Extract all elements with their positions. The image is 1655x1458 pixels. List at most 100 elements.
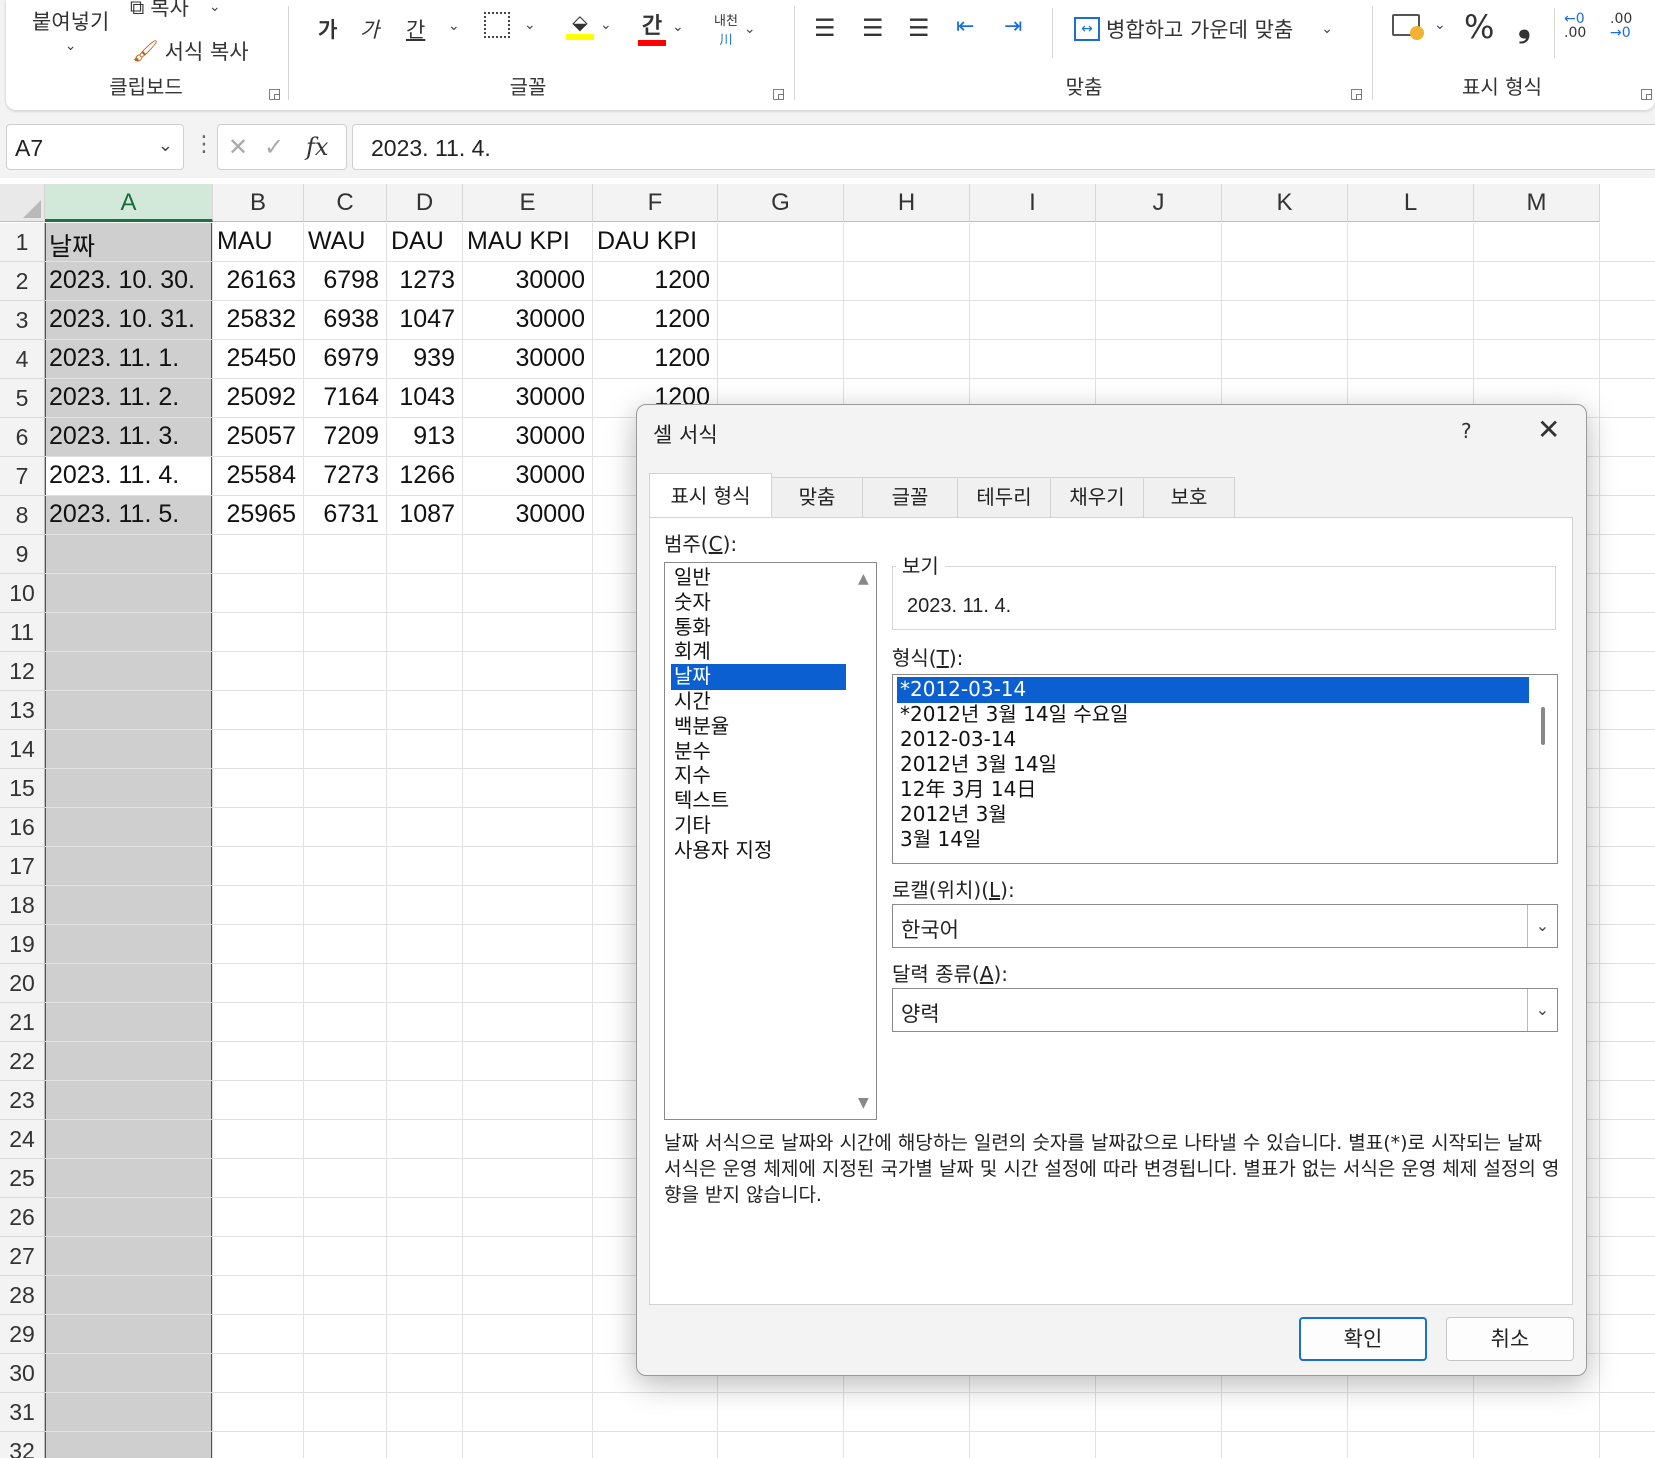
row-header-12[interactable]: 12 — [0, 652, 45, 691]
cell-d5[interactable]: 1043 — [387, 383, 455, 412]
column-header-i[interactable]: I — [970, 184, 1096, 222]
category-item[interactable]: 시간 — [671, 689, 846, 715]
cell-a7[interactable]: 2023. 11. 4. — [49, 461, 179, 490]
accounting-format-button[interactable]: ⌄ — [1392, 14, 1446, 40]
cell-f4[interactable]: 1200 — [593, 344, 710, 373]
name-box[interactable]: A7 ⌄ — [6, 124, 184, 170]
category-item[interactable]: 분수 — [671, 739, 846, 765]
dialog-launcher-icon[interactable]: ◲ — [268, 86, 281, 102]
row-header-28[interactable]: 28 — [0, 1276, 45, 1315]
row-header-32[interactable]: 32 — [0, 1432, 45, 1458]
align-right-button[interactable]: ☰ — [908, 14, 930, 42]
cell-a1[interactable]: 날짜 — [49, 227, 95, 263]
insert-function-button[interactable]: fx — [306, 133, 328, 161]
tab-number[interactable]: 표시 형식 — [649, 473, 772, 519]
bold-button[interactable]: 가 — [318, 14, 337, 44]
category-item[interactable]: 텍스트 — [671, 788, 846, 814]
cell-c4[interactable]: 6979 — [304, 344, 379, 373]
ok-button[interactable]: 확인 — [1299, 1317, 1427, 1361]
cell-e4[interactable]: 30000 — [463, 344, 585, 373]
cell-f2[interactable]: 1200 — [593, 266, 710, 295]
cell-b3[interactable]: 25832 — [213, 305, 296, 334]
column-header-h[interactable]: H — [844, 184, 970, 222]
cell-d1[interactable]: DAU — [391, 227, 444, 256]
cell-a5[interactable]: 2023. 11. 2. — [49, 383, 179, 412]
cell-e6[interactable]: 30000 — [463, 422, 585, 451]
column-header-e[interactable]: E — [463, 184, 593, 222]
more-options-icon[interactable]: ⋮ — [193, 132, 215, 157]
paste-button[interactable]: 붙여넣기 ⌄ — [32, 6, 109, 54]
column-header-g[interactable]: G — [718, 184, 844, 222]
cell-e3[interactable]: 30000 — [463, 305, 585, 334]
underline-button[interactable]: 간 — [406, 14, 425, 44]
tab-protection[interactable]: 보호 — [1143, 477, 1235, 517]
type-list[interactable]: *2012-03-14 *2012년 3월 14일 수요일 2012-03-14 20… — [892, 674, 1558, 864]
row-header-6[interactable]: 6 — [0, 418, 45, 457]
dialog-launcher-icon[interactable]: ◲ — [1350, 86, 1363, 102]
chevron-down-icon[interactable]: ⌄ — [158, 135, 173, 156]
row-header-7[interactable]: 7 — [0, 457, 45, 496]
calendar-select[interactable]: 양력 ⌄ — [892, 988, 1558, 1032]
row-header-23[interactable]: 23 — [0, 1081, 45, 1120]
category-item[interactable]: 일반 — [671, 565, 846, 591]
cell-d4[interactable]: 939 — [387, 344, 455, 373]
format-item[interactable]: 2012년 3월 14일 — [897, 752, 1529, 778]
column-header-d[interactable]: D — [387, 184, 463, 222]
cell-b7[interactable]: 25584 — [213, 461, 296, 490]
decrease-indent-button[interactable]: ⇤ — [956, 14, 974, 39]
cell-a4[interactable]: 2023. 11. 1. — [49, 344, 179, 373]
category-item[interactable]: 지수 — [671, 763, 846, 789]
cell-a8[interactable]: 2023. 11. 5. — [49, 500, 179, 529]
column-header-l[interactable]: L — [1348, 184, 1474, 222]
cell-c2[interactable]: 6798 — [304, 266, 379, 295]
row-header-11[interactable]: 11 — [0, 613, 45, 652]
format-item[interactable]: *2012-03-14 — [897, 677, 1529, 703]
cell-a3[interactable]: 2023. 10. 31. — [49, 305, 195, 334]
format-painter-button[interactable]: 🖌 서식 복사 — [132, 36, 249, 66]
cell-b2[interactable]: 26163 — [213, 266, 296, 295]
cell-f3[interactable]: 1200 — [593, 305, 710, 334]
chevron-down-icon[interactable]: ⌄ — [448, 18, 460, 34]
row-header-4[interactable]: 4 — [0, 340, 45, 379]
column-header-k[interactable]: K — [1222, 184, 1348, 222]
category-scrollbar[interactable]: ▲ ▼ — [854, 563, 876, 1119]
column-header-c[interactable]: C — [304, 184, 387, 222]
row-header-15[interactable]: 15 — [0, 769, 45, 808]
row-header-30[interactable]: 30 — [0, 1354, 45, 1393]
format-item[interactable]: 2012-03-14 — [897, 727, 1529, 753]
scroll-down-icon[interactable]: ▼ — [858, 1095, 869, 1111]
category-list[interactable]: ▲ ▼ 일반 숫자 통화 회계 날짜 시간 백분율 분수 지수 텍스트 기타 사용자 지정 — [664, 562, 877, 1120]
phonetic-guide-button[interactable]: 내천 川 ⌄ — [714, 10, 756, 48]
cell-d6[interactable]: 913 — [387, 422, 455, 451]
row-header-14[interactable]: 14 — [0, 730, 45, 769]
tab-border[interactable]: 테두리 — [957, 477, 1051, 517]
row-header-18[interactable]: 18 — [0, 886, 45, 925]
merge-center-button[interactable]: ↔ 병합하고 가운데 맞춤 ⌄ — [1074, 14, 1333, 44]
category-item[interactable]: 사용자 지정 — [671, 838, 846, 864]
font-color-button[interactable]: 간 ⌄ — [638, 8, 684, 46]
row-header-22[interactable]: 22 — [0, 1042, 45, 1081]
format-item[interactable]: *2012년 3월 14일 수요일 — [897, 702, 1529, 728]
cell-f1[interactable]: DAU KPI — [597, 227, 697, 256]
row-header-13[interactable]: 13 — [0, 691, 45, 730]
help-button[interactable]: ? — [1461, 419, 1472, 443]
cell-b6[interactable]: 25057 — [213, 422, 296, 451]
category-item[interactable]: 회계 — [671, 639, 846, 665]
cancel-button[interactable]: 취소 — [1446, 1317, 1574, 1361]
column-header-b[interactable]: B — [213, 184, 304, 222]
chevron-down-icon[interactable]: ⌄ — [1527, 989, 1557, 1031]
cell-c3[interactable]: 6938 — [304, 305, 379, 334]
fill-color-button[interactable]: ⬙ ⌄ — [566, 10, 612, 40]
cell-b5[interactable]: 25092 — [213, 383, 296, 412]
cell-d2[interactable]: 1273 — [387, 266, 455, 295]
comma-style-button[interactable]: ❟ — [1518, 6, 1531, 45]
increase-indent-button[interactable]: ⇥ — [1004, 14, 1022, 39]
percent-button[interactable]: % — [1464, 8, 1494, 46]
locale-select[interactable]: 한국어 ⌄ — [892, 904, 1558, 948]
row-header-2[interactable]: 2 — [0, 262, 45, 301]
row-header-24[interactable]: 24 — [0, 1120, 45, 1159]
column-header-f[interactable]: F — [593, 184, 718, 222]
dialog-launcher-icon[interactable]: ◲ — [772, 86, 785, 102]
cell-b1[interactable]: MAU — [217, 227, 273, 256]
tab-font[interactable]: 글꼴 — [862, 477, 958, 517]
